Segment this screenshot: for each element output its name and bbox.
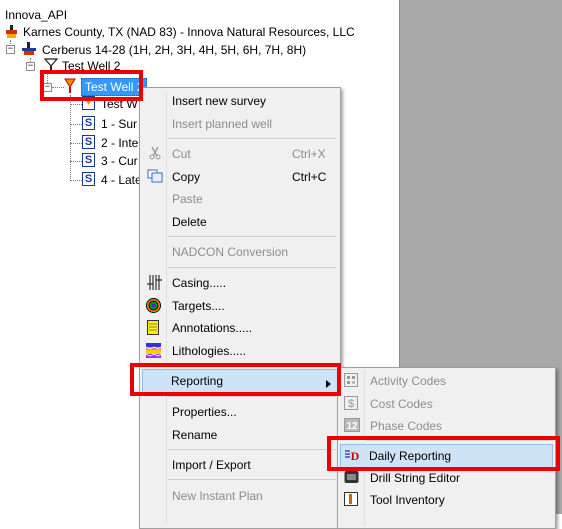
- highlight-box-reporting: [130, 363, 341, 396]
- menu-separator: [168, 449, 336, 450]
- activity-codes-icon: [344, 373, 358, 390]
- menu-label: Drill String Editor: [370, 471, 461, 485]
- menu-cut[interactable]: Cut Ctrl+X: [142, 143, 338, 165]
- lithology-icon: [145, 343, 162, 361]
- submenu-tool-inventory[interactable]: Tool Inventory: [340, 489, 553, 511]
- submenu-activity-codes[interactable]: Activity Codes: [340, 370, 553, 392]
- casing-icon: [147, 275, 162, 293]
- tree-survey-label[interactable]: 4 - Late: [101, 173, 142, 187]
- menu-label: NADCON Conversion: [172, 245, 289, 259]
- menu-separator: [168, 138, 336, 139]
- drill-string-icon: [344, 470, 359, 487]
- highlight-box-daily-reporting: [327, 436, 560, 471]
- menu-label: Annotations.....: [172, 321, 253, 335]
- tree-line: [70, 143, 82, 144]
- menu-separator: [168, 267, 336, 268]
- menu-label: Copy: [172, 170, 201, 184]
- tree-line: [70, 104, 82, 105]
- menu-label: Delete: [172, 215, 207, 229]
- menu-rename[interactable]: Rename: [142, 424, 338, 446]
- menu-label: Cut: [172, 147, 191, 161]
- tree-survey-label[interactable]: 3 - Cur: [101, 154, 138, 168]
- county-icon: [5, 25, 18, 42]
- pad-icon: [21, 42, 37, 59]
- menu-label: Paste: [172, 192, 203, 206]
- menu-delete[interactable]: Delete: [142, 211, 338, 233]
- menu-insert-planned-well[interactable]: Insert planned well: [142, 113, 338, 135]
- menu-label: Casing.....: [172, 276, 227, 290]
- collapse-icon[interactable]: −: [6, 45, 15, 54]
- tree-line: [70, 180, 82, 181]
- menu-copy[interactable]: Copy Ctrl+C: [142, 166, 338, 188]
- target-icon: [146, 298, 161, 316]
- submenu-cost-codes[interactable]: $ Cost Codes: [340, 393, 553, 415]
- survey-icon: S: [82, 172, 95, 186]
- menu-label: Phase Codes: [370, 419, 443, 433]
- tool-inventory-icon: [344, 492, 358, 509]
- menu-casing[interactable]: Casing.....: [142, 272, 338, 294]
- menu-separator: [168, 236, 336, 237]
- menu-lithologies[interactable]: Lithologies.....: [142, 340, 338, 362]
- menu-new-instant-plan[interactable]: New Instant Plan: [142, 485, 338, 507]
- context-menu: Insert new survey Insert planned well Cu…: [139, 87, 341, 529]
- menu-label: Rename: [172, 428, 218, 442]
- tree-pad-label[interactable]: Cerberus 14-28 (1H, 2H, 3H, 4H, 5H, 6H, …: [42, 43, 306, 57]
- menu-label: Cost Codes: [370, 397, 433, 411]
- menu-paste[interactable]: Paste: [142, 188, 338, 210]
- menu-separator: [168, 479, 336, 480]
- menu-label: Insert new survey: [172, 94, 267, 108]
- tree-line: [70, 124, 82, 125]
- menu-label: Tool Inventory: [370, 493, 445, 507]
- menu-label: Lithologies.....: [172, 344, 247, 358]
- menu-annotations[interactable]: Annotations.....: [142, 317, 338, 339]
- tree-survey-label[interactable]: 1 - Sur: [101, 117, 137, 131]
- survey-icon: S: [82, 153, 95, 167]
- menu-label: Activity Codes: [370, 374, 447, 388]
- dollar-icon: $: [344, 396, 358, 413]
- menu-label: Targets....: [172, 299, 225, 313]
- menu-shortcut: Ctrl+C: [292, 170, 327, 184]
- menu-label: Insert planned well: [172, 117, 273, 131]
- svg-text:$: $: [348, 398, 354, 410]
- collapse-icon[interactable]: −: [26, 62, 35, 71]
- tree-survey-label[interactable]: 2 - Inte: [101, 136, 138, 150]
- svg-text:12: 12: [346, 421, 358, 432]
- menu-label: New Instant Plan: [172, 489, 263, 503]
- survey-icon: S: [82, 116, 95, 130]
- menu-properties[interactable]: Properties...: [142, 401, 338, 423]
- menu-separator: [168, 396, 336, 397]
- menu-shortcut: Ctrl+X: [292, 147, 326, 161]
- survey-icon: S: [82, 135, 95, 149]
- copy-icon: [147, 169, 163, 186]
- phase-codes-icon: 12: [344, 418, 360, 435]
- submenu-phase-codes[interactable]: 12 Phase Codes: [340, 415, 553, 437]
- annotation-icon: [147, 320, 159, 338]
- menu-insert-new-survey[interactable]: Insert new survey: [142, 90, 338, 112]
- menu-label: Import / Export: [172, 458, 251, 472]
- menu-label: Properties...: [172, 405, 237, 419]
- menu-nadcon[interactable]: NADCON Conversion: [142, 241, 338, 263]
- scissors-icon: [148, 146, 162, 163]
- menu-import-export[interactable]: Import / Export: [142, 454, 338, 476]
- tree-line: [70, 161, 82, 162]
- highlight-box-well: [40, 70, 143, 101]
- tree-line: [70, 95, 71, 181]
- tree-root-label[interactable]: Innova_API: [5, 8, 67, 22]
- tree-county-label[interactable]: Karnes County, TX (NAD 83) - Innova Natu…: [23, 25, 355, 39]
- menu-targets[interactable]: Targets....: [142, 295, 338, 317]
